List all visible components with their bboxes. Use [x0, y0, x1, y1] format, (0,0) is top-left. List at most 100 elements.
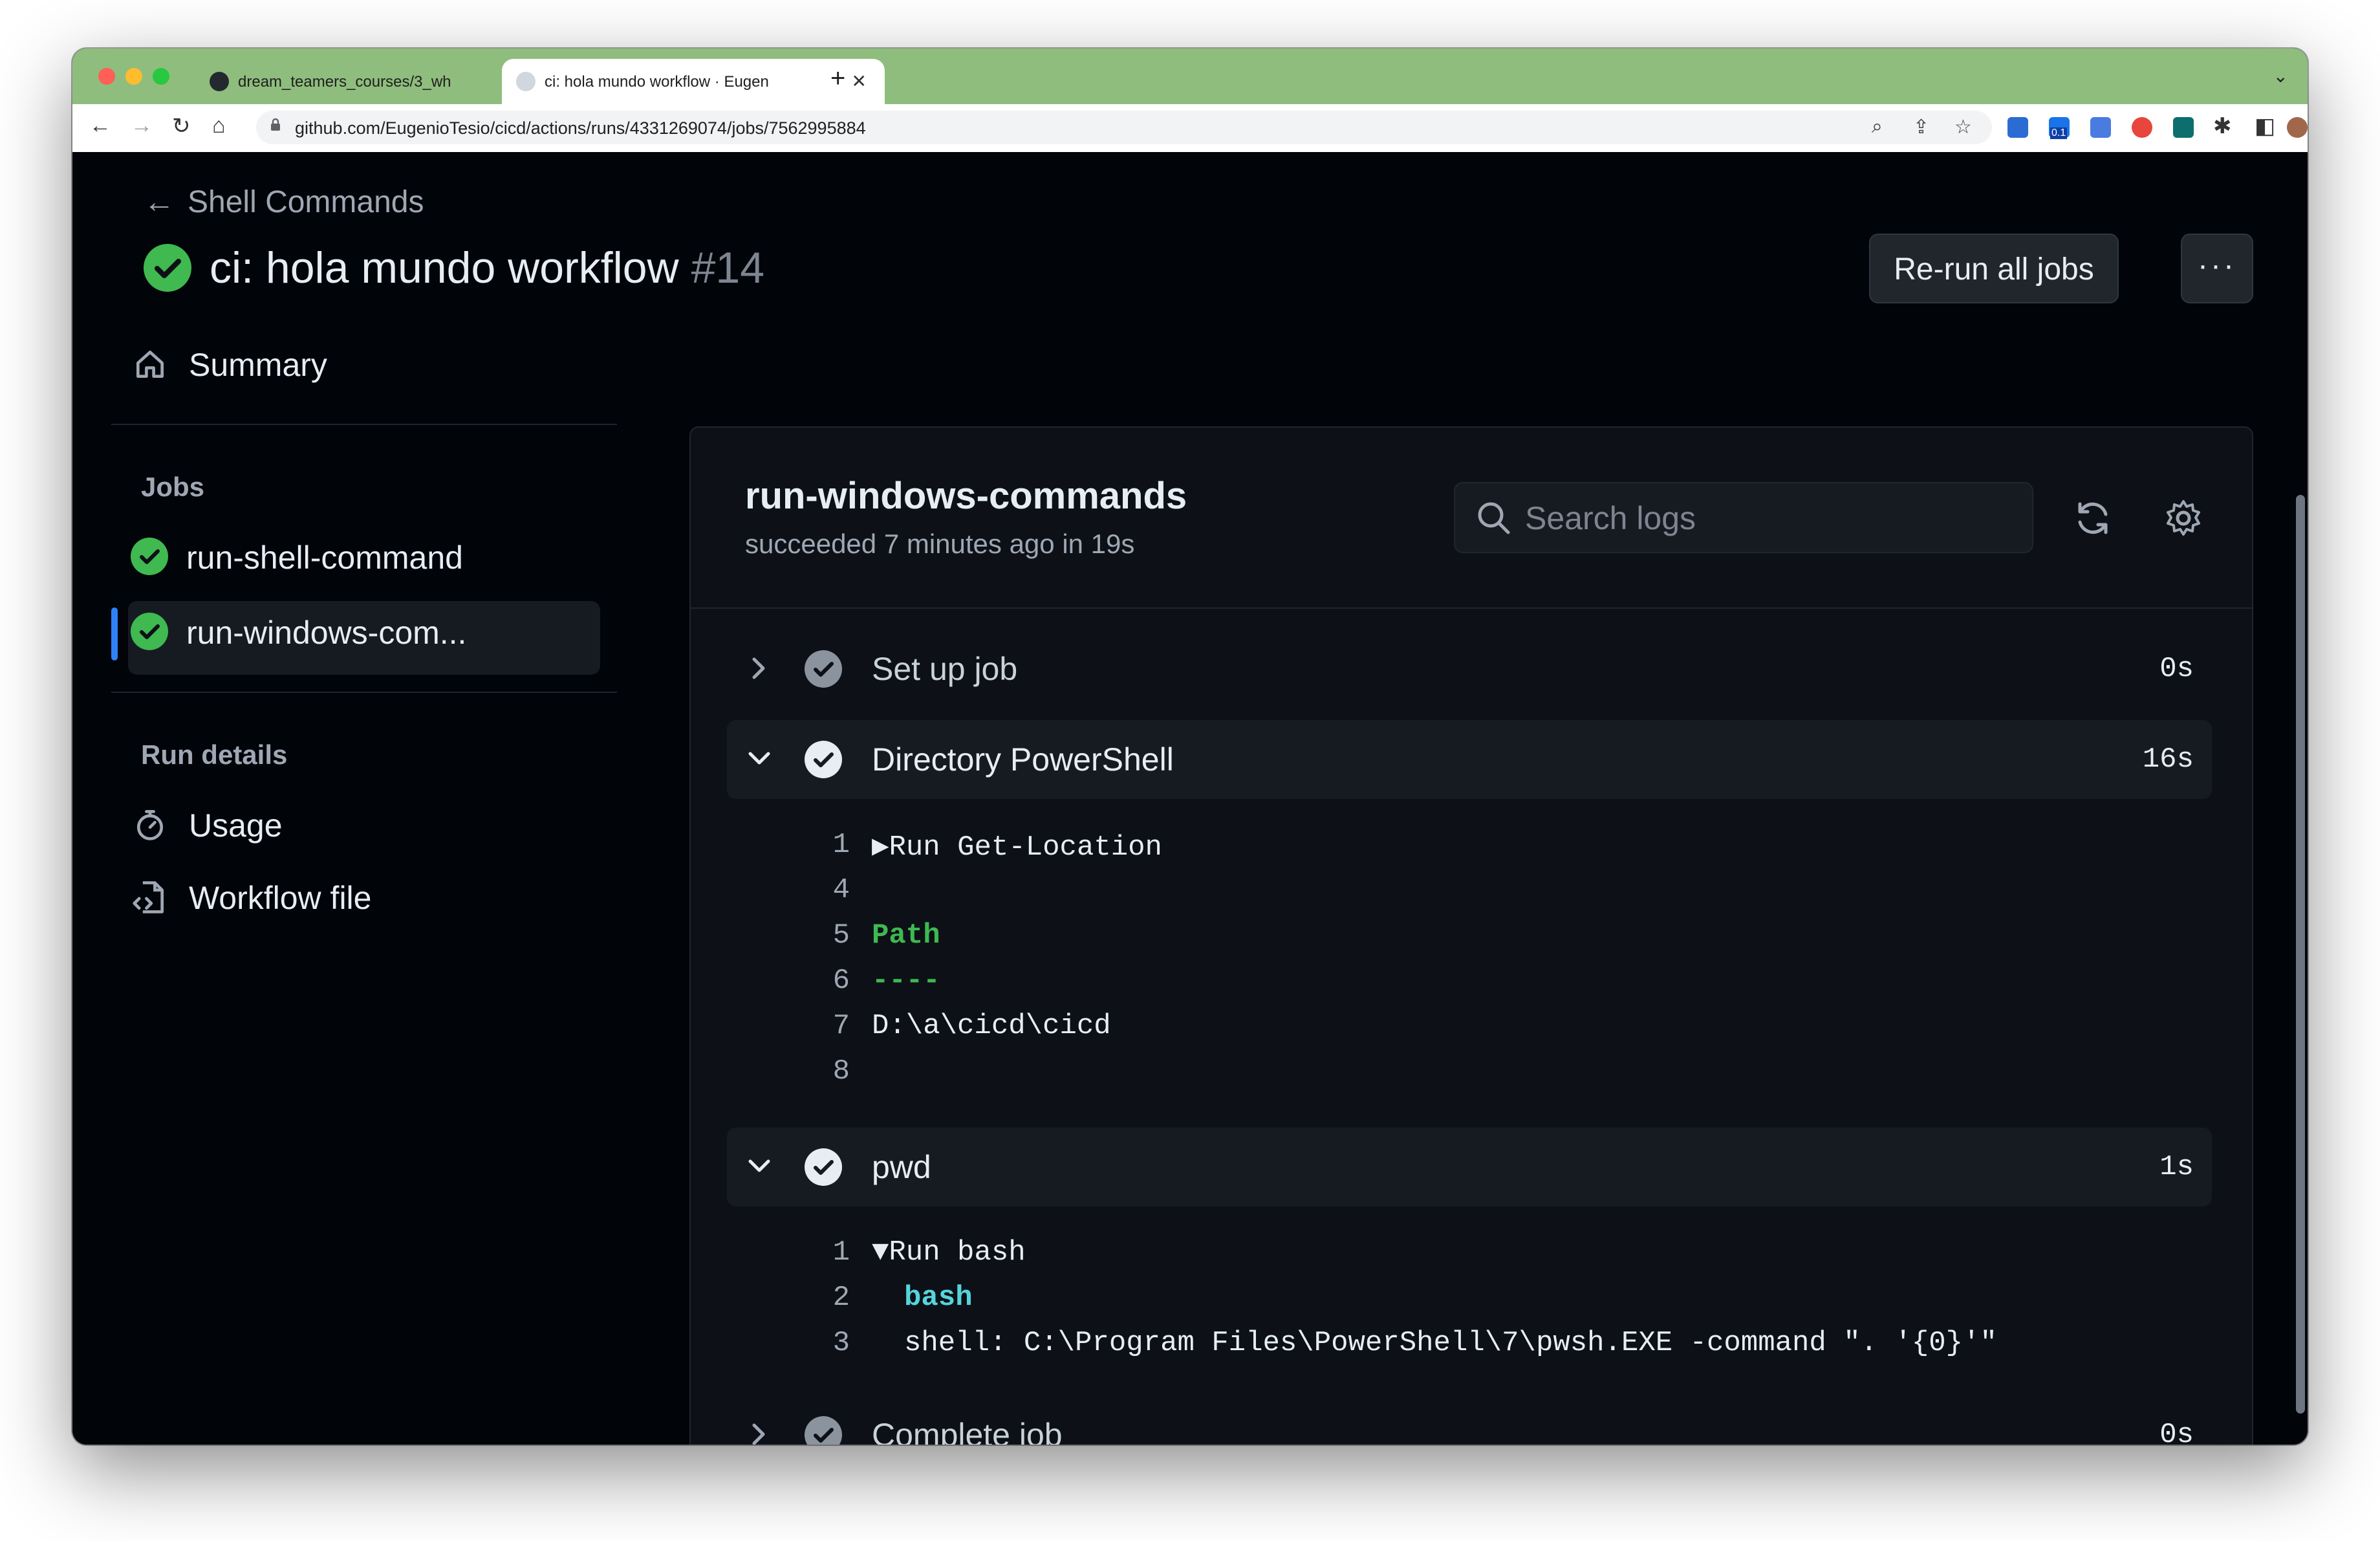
line-number: 1: [832, 1236, 850, 1269]
search-icon: [1478, 502, 1510, 534]
extension-icon[interactable]: [2173, 117, 2194, 138]
github-actions-page: ← Shell Commands ci: hola mundo workflow …: [72, 152, 2308, 1445]
search-logs-input[interactable]: [1524, 496, 2018, 540]
extension-icon[interactable]: [2132, 117, 2152, 138]
extensions-puzzle-icon[interactable]: ✱: [2213, 113, 2232, 139]
line-number: 6: [832, 965, 850, 997]
success-check-icon: [144, 244, 191, 292]
sidebar-item-job-selected[interactable]: run-windows-com...: [131, 613, 466, 651]
extension-icon[interactable]: [2090, 117, 2111, 138]
line-number: 4: [832, 874, 850, 906]
run-details-heading: Run details: [141, 739, 288, 770]
step-success-icon: [805, 1416, 842, 1445]
share-icon[interactable]: ⇪: [1913, 116, 1929, 138]
log-text: bash: [904, 1282, 973, 1314]
step-name: Complete job: [872, 1417, 1063, 1445]
selected-job-indicator: [111, 607, 118, 661]
rerun-all-jobs-button[interactable]: Re-run all jobs: [1869, 234, 2119, 303]
divider: [111, 424, 617, 425]
url-text: github.com/EugenioTesio/cicd/actions/run…: [295, 118, 866, 138]
more-options-button[interactable]: ···: [2181, 234, 2253, 303]
sidebar-item-workflow-file[interactable]: Workflow file: [131, 879, 371, 917]
log-line: 8: [691, 1055, 2243, 1100]
step-set-up-job[interactable]: Set up job 0s: [727, 629, 2212, 708]
log-text: Path: [872, 919, 940, 952]
log-line: 4: [691, 874, 2243, 919]
divider: [111, 692, 617, 693]
minimize-window-button[interactable]: [125, 68, 142, 85]
reload-icon[interactable]: ↻: [172, 113, 191, 139]
file-code-icon: [133, 881, 164, 913]
sidebar-item-label: Workflow file: [189, 880, 372, 916]
log-line: 7 D:\a\cicd\cicd: [691, 1010, 2243, 1055]
tab-title: ci: hola mundo workflow · Eugen: [545, 73, 769, 91]
log-line: 1 ▶Run Get-Location: [691, 829, 2243, 874]
bookmark-star-icon[interactable]: ☆: [1954, 116, 1972, 138]
close-window-button[interactable]: [98, 68, 115, 85]
zoom-window-button[interactable]: [153, 68, 169, 85]
sidebar-item-usage[interactable]: Usage: [131, 807, 283, 844]
sidebar-item-label: run-shell-command: [186, 540, 463, 576]
line-number: 7: [832, 1010, 850, 1042]
line-number: 5: [832, 919, 850, 952]
line-number: 3: [832, 1327, 850, 1359]
browser-toolbar: ← → ↻ ⌂ github.com/EugenioTesio/cicd/act…: [72, 104, 2308, 153]
step-success-icon: [805, 1148, 842, 1186]
step-success-icon: [805, 650, 842, 688]
chevron-down-icon: [748, 752, 770, 765]
browser-tab-active[interactable]: ci: hola mundo workflow · Eugen ✕: [502, 59, 885, 104]
tab-search-chevron-icon[interactable]: ⌄: [2273, 65, 2288, 87]
extension-badge-icon[interactable]: 0.1: [2049, 117, 2070, 139]
job-log-panel: run-windows-commands succeeded 7 minutes…: [689, 426, 2253, 1445]
github-favicon-icon: [210, 72, 229, 91]
search-logs-field[interactable]: [1454, 482, 2033, 553]
back-to-workflow-link[interactable]: ← Shell Commands: [144, 184, 424, 220]
job-status: succeeded 7 minutes ago in 19s: [745, 529, 1135, 559]
log-line: 2 bash: [691, 1282, 2243, 1327]
job-log-header: run-windows-commands succeeded 7 minutes…: [691, 428, 2252, 609]
back-arrow-icon[interactable]: ←: [89, 113, 111, 138]
log-text: ----: [872, 965, 940, 997]
page-title: ci: hola mundo workflow #14: [144, 243, 764, 293]
refresh-icon[interactable]: [2072, 497, 2114, 539]
log-text-group-toggle[interactable]: ▶Run Get-Location: [872, 829, 1162, 864]
job-name: run-windows-commands: [745, 475, 1187, 517]
browser-tab-strip: dream_teamers_courses/3_wh ✕ ci: hola mu…: [72, 49, 2308, 104]
success-check-icon: [131, 538, 168, 575]
sidebar-item-job[interactable]: run-shell-command: [131, 538, 463, 576]
step-duration: 1s: [2159, 1151, 2194, 1183]
browser-window: dream_teamers_courses/3_wh ✕ ci: hola mu…: [72, 49, 2308, 1445]
address-bar[interactable]: github.com/EugenioTesio/cicd/actions/run…: [256, 111, 1992, 144]
new-tab-button[interactable]: +: [830, 64, 845, 93]
page-scrollbar[interactable]: [2296, 495, 2305, 1414]
sidebar-item-label: Usage: [189, 807, 283, 844]
step-name: Directory PowerShell: [872, 741, 1174, 778]
tab-title: dream_teamers_courses/3_wh: [238, 73, 451, 91]
sidebar-item-label: run-windows-com...: [186, 615, 467, 651]
close-tab-icon[interactable]: ✕: [852, 71, 867, 92]
success-check-icon: [131, 613, 168, 650]
home-icon: [136, 351, 164, 378]
zoom-icon[interactable]: ⌕: [1872, 116, 1883, 138]
github-favicon-icon: [516, 72, 536, 91]
profile-avatar[interactable]: [2287, 117, 2308, 138]
step-complete-job[interactable]: Complete job 0s: [727, 1395, 2212, 1445]
step-pwd[interactable]: pwd 1s: [727, 1128, 2212, 1207]
back-link-label: Shell Commands: [188, 185, 424, 219]
log-line: 1 ▼Run bash: [691, 1236, 2243, 1282]
sidebar-item-summary[interactable]: Summary: [131, 346, 327, 384]
side-panel-icon[interactable]: ◧: [2255, 113, 2275, 139]
step-duration: 16s: [2142, 743, 2194, 776]
step-directory-powershell[interactable]: Directory PowerShell 16s: [727, 720, 2212, 799]
extension-icon[interactable]: [2007, 117, 2028, 138]
line-number: 8: [832, 1055, 850, 1087]
run-number: #14: [691, 243, 765, 292]
forward-arrow-icon[interactable]: →: [131, 113, 153, 138]
home-icon[interactable]: ⌂: [212, 113, 226, 138]
lock-icon: [271, 118, 280, 131]
log-text-group-toggle[interactable]: ▼Run bash: [872, 1236, 1026, 1269]
jobs-heading: Jobs: [141, 472, 205, 502]
gear-icon[interactable]: [2163, 497, 2204, 539]
extension-badge: 0.1: [2050, 127, 2068, 139]
log-line: 5 Path: [691, 919, 2243, 965]
